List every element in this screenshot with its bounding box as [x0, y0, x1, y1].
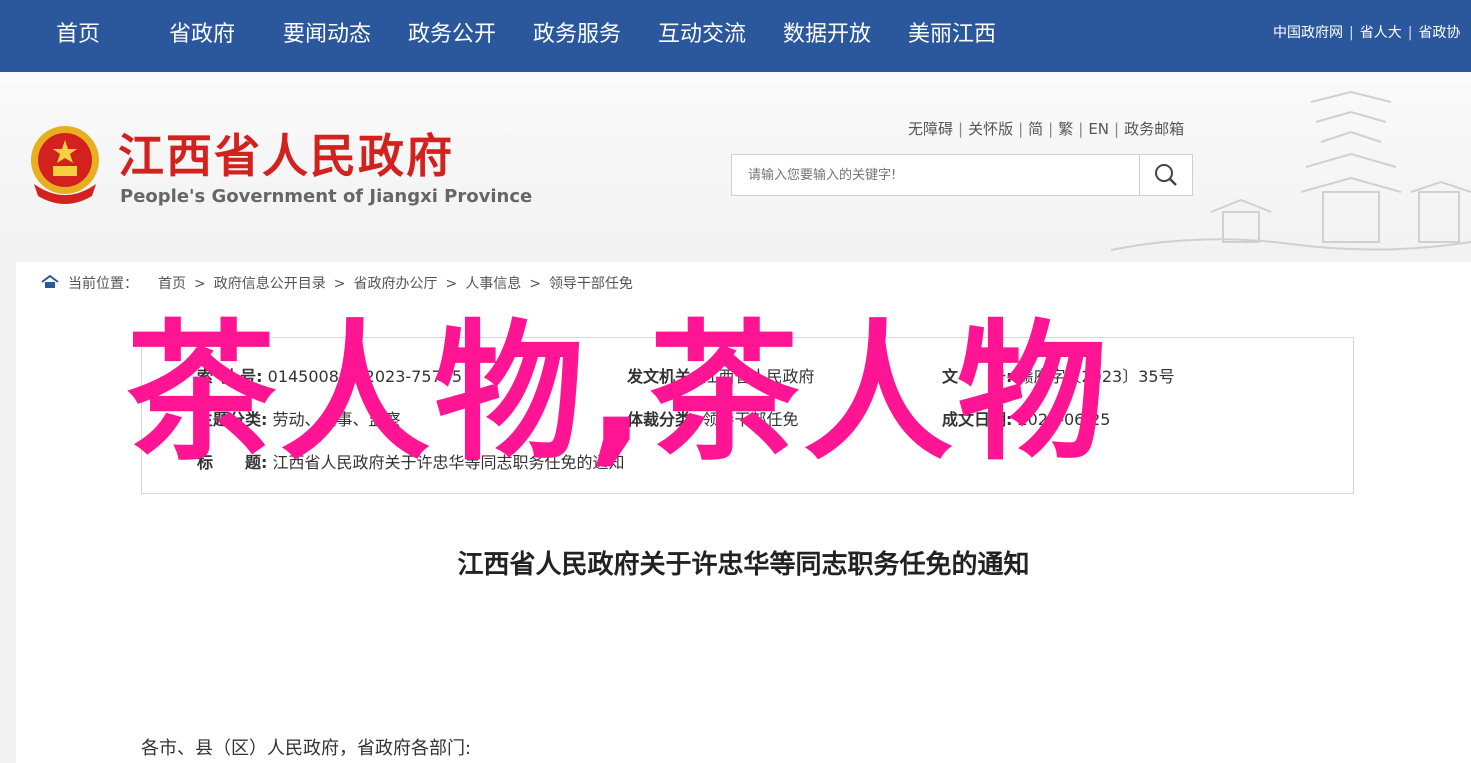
- nav-item-beautiful-jiangxi[interactable]: 美丽江西: [908, 20, 996, 50]
- breadcrumb-personnel-info[interactable]: 人事信息: [465, 276, 521, 292]
- header-banner: 江西省人民政府 People's Government of Jiangxi P…: [0, 72, 1471, 260]
- breadcrumb-home[interactable]: 首页: [158, 276, 186, 292]
- nav-item-interaction[interactable]: 互动交流: [658, 20, 746, 50]
- meta-issuer: 发文机关: 江西省人民政府: [627, 367, 815, 386]
- search-box: [731, 154, 1193, 196]
- content-panel: 当前位置： 首页 > 政府信息公开目录 > 省政府办公厅 > 人事信息 > 领导干部任免 索 引 …: [16, 262, 1471, 763]
- tool-accessibility[interactable]: 无障碍: [908, 120, 953, 138]
- top-nav-bar: 首页 省政府 要闻动态 政务公开 政务服务 互动交流 数据开放 美丽江西 中国政…: [0, 0, 1471, 72]
- tool-english[interactable]: EN: [1088, 120, 1109, 138]
- link-provincial-congress[interactable]: 省人大: [1360, 25, 1402, 41]
- nav-item-news[interactable]: 要闻动态: [283, 20, 371, 50]
- site-title: 江西省人民政府: [118, 129, 454, 183]
- document-meta-table: 索 引 号: 014500843/2023-75735 发文机关: 江西省人民政…: [141, 337, 1354, 494]
- breadcrumb-label: 当前位置：: [68, 276, 138, 292]
- accessibility-tools: 无障碍 | 关怀版 | 简 | 繁 | EN | 政务邮箱: [908, 120, 1185, 138]
- meta-docno: 文 号: 赣府字〔2023〕35号: [942, 367, 1175, 386]
- document-title: 江西省人民政府关于许忠华等同志职务任免的通知: [457, 550, 1030, 580]
- breadcrumb-general-office[interactable]: 省政府办公厅: [353, 276, 437, 292]
- nav-item-gov-services[interactable]: 政务服务: [533, 20, 621, 50]
- chevron-right-icon: >: [529, 276, 541, 292]
- site-subtitle: People's Government of Jiangxi Province: [120, 186, 533, 207]
- nav-item-open-data[interactable]: 数据开放: [783, 20, 871, 50]
- chevron-right-icon: >: [445, 276, 458, 292]
- search-button[interactable]: [1139, 155, 1192, 195]
- search-icon: [1155, 164, 1177, 186]
- tool-traditional[interactable]: 繁: [1058, 120, 1073, 138]
- link-provincial-cppcc[interactable]: 省政协: [1418, 25, 1460, 41]
- meta-index: 索 引 号: 014500843/2023-75735: [197, 367, 463, 386]
- national-emblem-icon: [31, 126, 99, 204]
- tool-simplified[interactable]: 简: [1028, 120, 1043, 138]
- search-input[interactable]: [732, 155, 1142, 195]
- link-china-gov[interactable]: 中国政府网: [1273, 25, 1343, 41]
- meta-topic: 主题分类: 劳动、人事、监察: [197, 410, 401, 429]
- meta-title: 标 题: 江西省人民政府关于许忠华等同志职务任免的通知: [197, 453, 625, 472]
- nav-item-gov-affairs-public[interactable]: 政务公开: [408, 20, 496, 50]
- breadcrumb: 当前位置： 首页 > 政府信息公开目录 > 省政府办公厅 > 人事信息 > 领导干部任免: [40, 274, 633, 294]
- chevron-right-icon: >: [194, 276, 206, 292]
- tool-gov-mail[interactable]: 政务邮箱: [1124, 120, 1184, 138]
- nav-item-provincial-government[interactable]: 省政府: [169, 20, 235, 50]
- document-salutation: 各市、县（区）人民政府，省政府各部门:: [141, 738, 472, 759]
- breadcrumb-info-catalog[interactable]: 政府信息公开目录: [214, 276, 326, 292]
- home-icon: [41, 275, 59, 288]
- breadcrumb-appointments[interactable]: 领导干部任免: [549, 276, 633, 292]
- chevron-right-icon: >: [333, 276, 346, 292]
- top-right-links: 中国政府网 | 省人大 | 省政协: [1273, 25, 1461, 41]
- tool-care-mode[interactable]: 关怀版: [968, 120, 1013, 138]
- meta-date: 成文日期: 2023-06-25: [942, 410, 1111, 429]
- nav-item-home[interactable]: 首页: [56, 20, 100, 50]
- meta-genre: 体裁分类: 领导干部任免: [627, 410, 799, 429]
